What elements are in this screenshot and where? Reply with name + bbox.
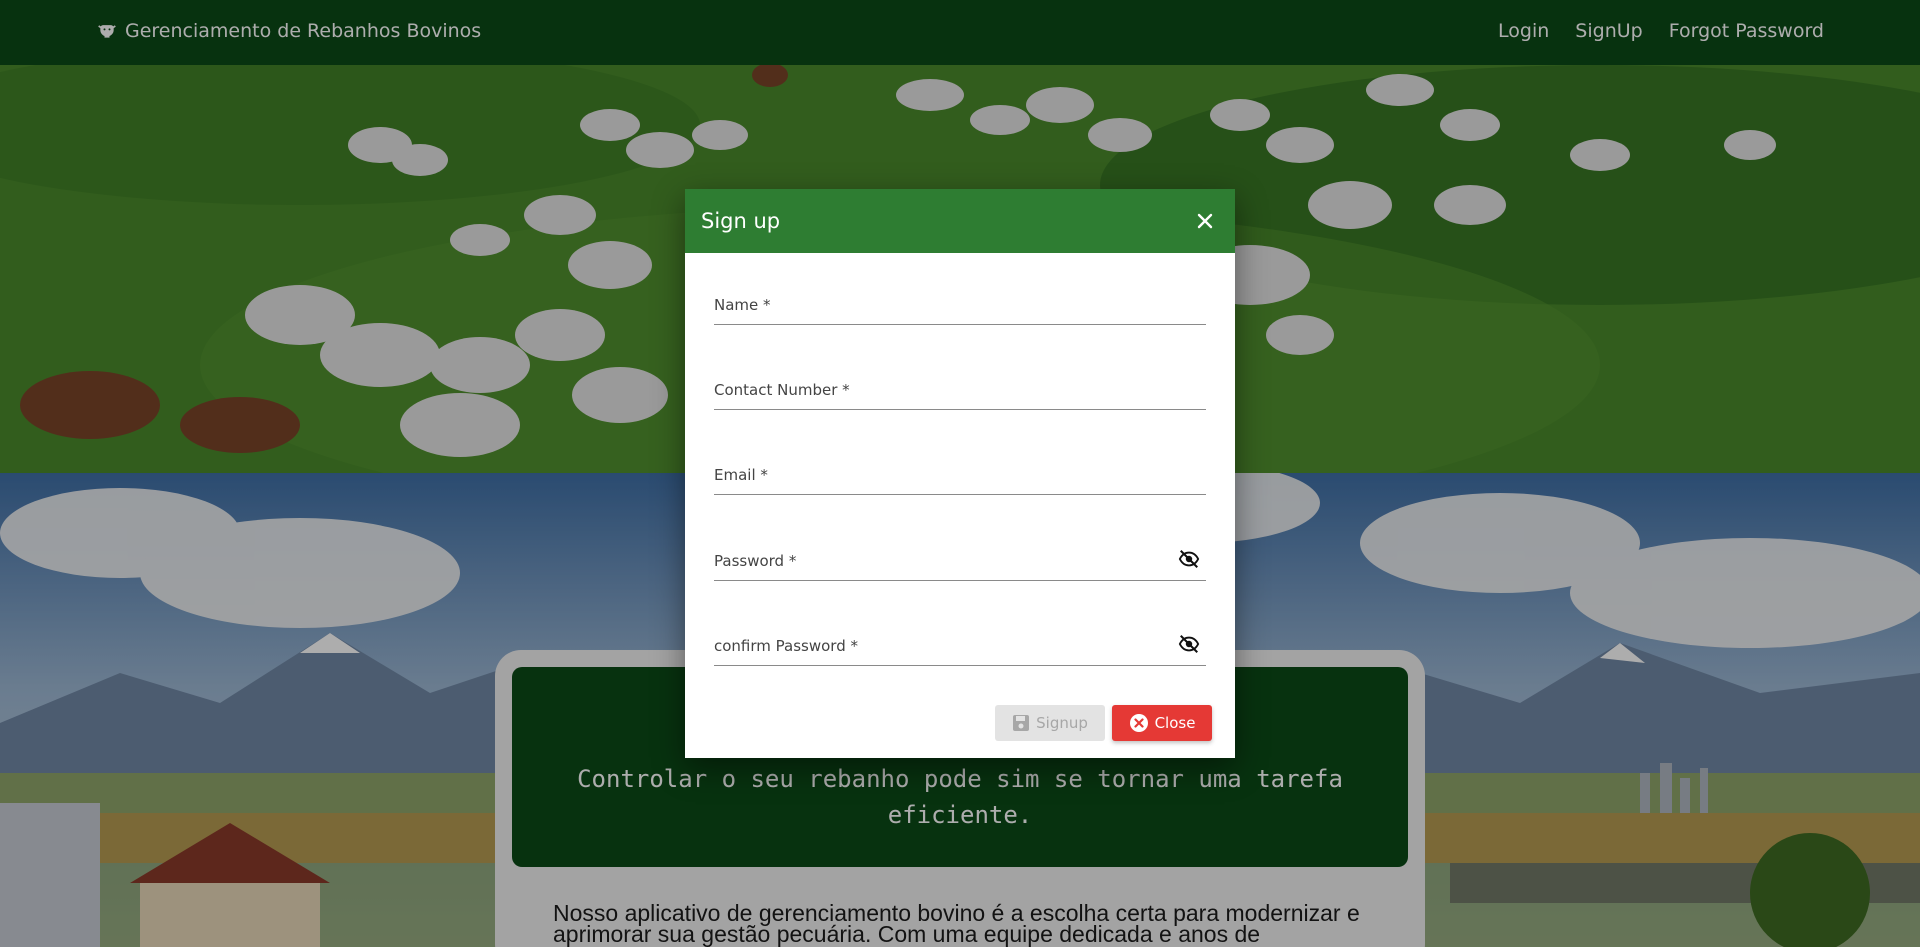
close-icon[interactable]: [1191, 207, 1219, 235]
dialog-title: Sign up: [701, 209, 781, 233]
dialog-header: Sign up: [685, 189, 1235, 253]
signup-button[interactable]: Signup: [995, 705, 1105, 741]
visibility-off-icon[interactable]: [1178, 633, 1200, 655]
name-input[interactable]: [714, 277, 1206, 324]
cancel-icon: [1129, 714, 1148, 732]
visibility-off-icon[interactable]: [1178, 548, 1200, 570]
close-button[interactable]: Close: [1112, 705, 1212, 741]
close-button-label: Close: [1154, 714, 1196, 732]
name-field[interactable]: Name *: [714, 277, 1206, 325]
confirm-password-field[interactable]: confirm Password *: [714, 618, 1206, 666]
save-icon: [1013, 715, 1030, 731]
signup-button-label: Signup: [1036, 714, 1088, 732]
password-input[interactable]: [714, 533, 1206, 580]
confirm-password-input[interactable]: [714, 618, 1206, 665]
email-field[interactable]: Email *: [714, 447, 1206, 495]
email-input[interactable]: [714, 447, 1206, 494]
contact-number-field[interactable]: Contact Number *: [714, 362, 1206, 410]
contact-number-input[interactable]: [714, 362, 1206, 409]
signup-dialog: Sign up Name * Contact Number * Email * …: [685, 189, 1235, 758]
password-field[interactable]: Password *: [714, 533, 1206, 581]
